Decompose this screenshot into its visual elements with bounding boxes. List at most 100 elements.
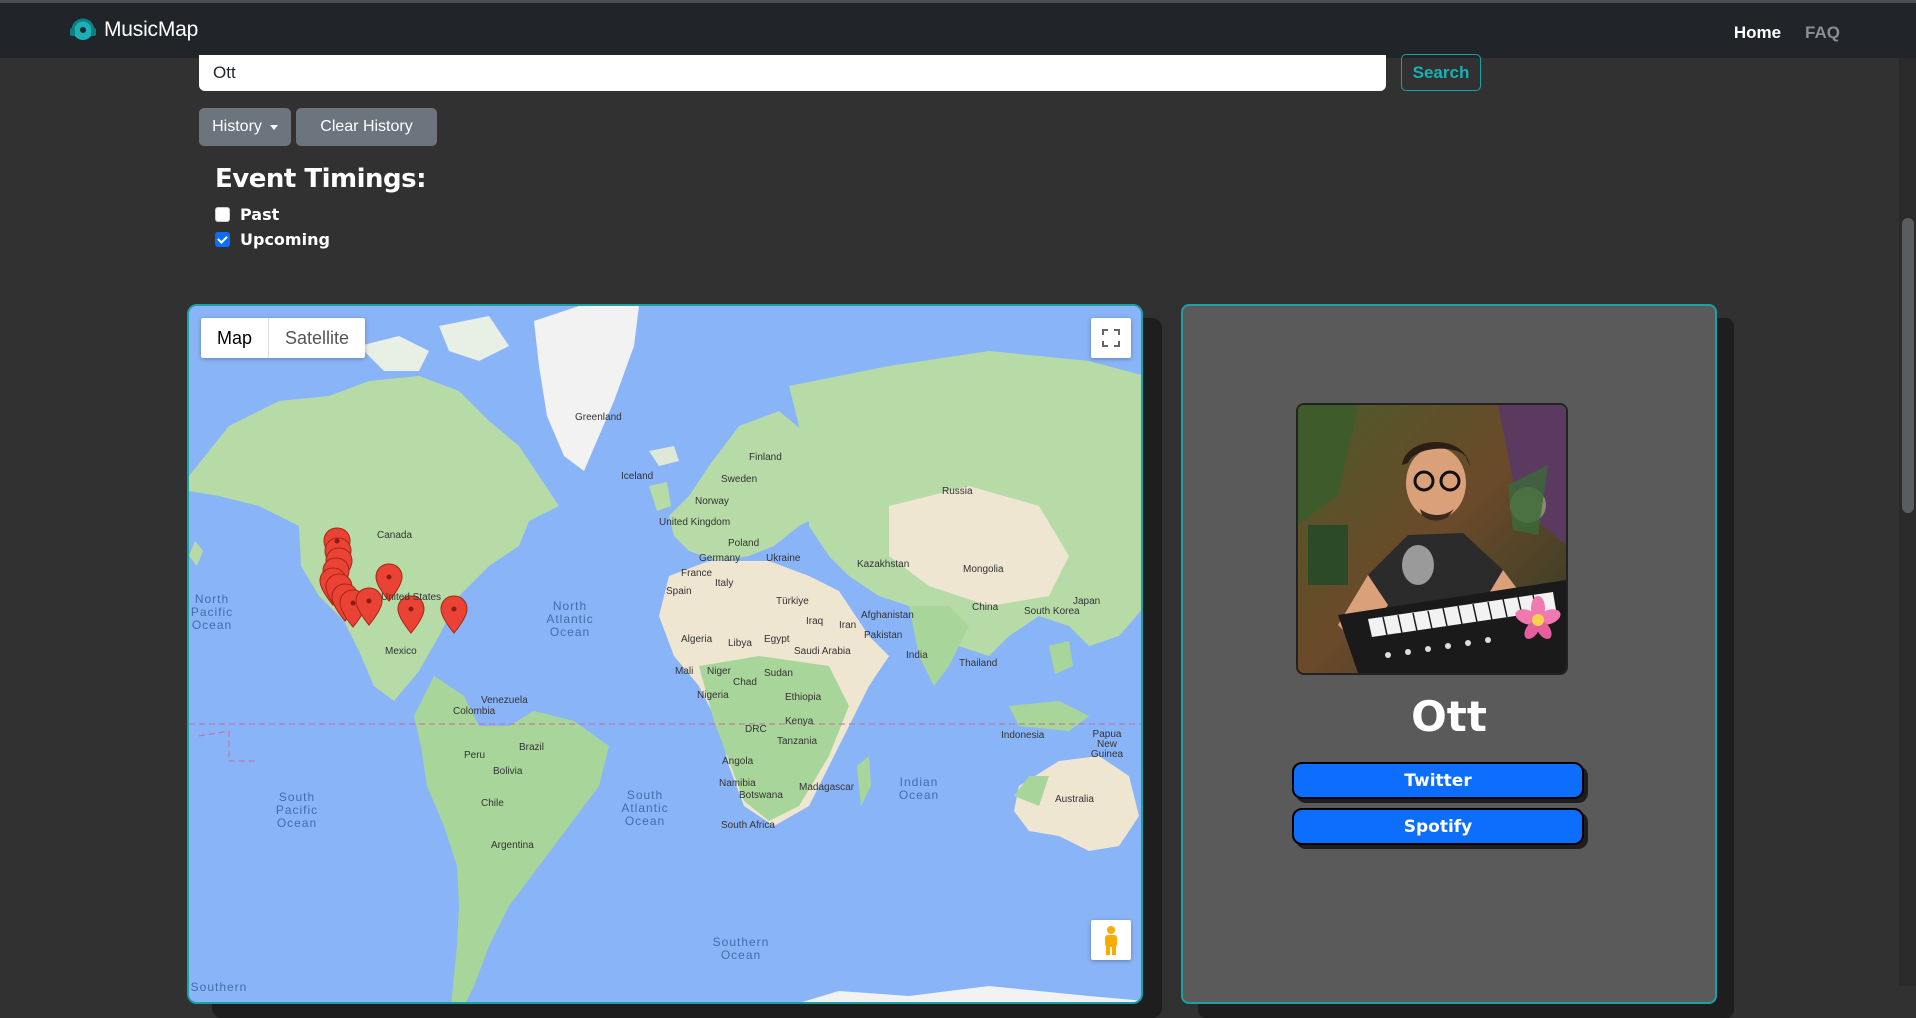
clear-history-button[interactable]: Clear History <box>296 108 437 146</box>
history-label: History <box>212 118 262 135</box>
map-label-bolivia: Bolivia <box>493 766 523 777</box>
ocean-label-south-atlantic: South Atlantic Ocean <box>621 788 669 828</box>
map-label-india: India <box>906 650 928 661</box>
page-scrollbar[interactable] <box>1899 58 1916 986</box>
map-label-spain: Spain <box>666 586 692 597</box>
map-label-nigeria: Nigeria <box>697 690 729 701</box>
map-label-mali: Mali <box>675 666 694 677</box>
map-label-greenland: Greenland <box>575 412 622 423</box>
map-label-uk: United Kingdom <box>659 517 731 528</box>
map-label-finland: Finland <box>749 452 782 463</box>
map-label-iraq: Iraq <box>806 616 824 627</box>
music-map-logo-icon <box>70 18 96 40</box>
fullscreen-icon <box>1102 329 1120 347</box>
brand-name: MusicMap <box>104 18 199 41</box>
map-label-peru: Peru <box>464 750 486 761</box>
ocean-label-south-pacific: South Pacific Ocean <box>275 790 319 830</box>
map-label-mongolia: Mongolia <box>963 564 1004 575</box>
spotify-button[interactable]: Spotify <box>1292 808 1584 845</box>
map-label-sweden: Sweden <box>721 474 758 485</box>
map-label-kenya: Kenya <box>785 716 814 727</box>
map-label-ukraine: Ukraine <box>766 553 801 564</box>
map-label-namibia: Namibia <box>719 778 756 789</box>
brand-link[interactable]: MusicMap <box>68 18 198 42</box>
map-label-chad: Chad <box>733 677 757 688</box>
ocean-label-southern-edge: Southern <box>190 980 248 994</box>
map-label-venezuela: Venezuela <box>481 695 528 706</box>
map-label-libya: Libya <box>728 638 752 649</box>
map-label-norway: Norway <box>695 496 729 507</box>
map-label-kazakhstan: Kazakhstan <box>857 559 910 570</box>
map-label-algeria: Algeria <box>681 634 713 645</box>
past-label: Past <box>240 205 280 224</box>
map-label-russia: Russia <box>942 486 973 497</box>
map-label-afghanistan: Afghanistan <box>861 610 914 621</box>
map-type-map-button[interactable]: Map <box>201 318 270 358</box>
map-label-italy: Italy <box>715 578 734 589</box>
map-type-satellite-button[interactable]: Satellite <box>269 318 365 358</box>
map-label-colombia: Colombia <box>453 706 496 717</box>
map-label-iceland: Iceland <box>621 471 654 482</box>
events-map[interactable]: Greenland Iceland Finland Sweden Norway … <box>187 304 1143 1004</box>
past-checkbox[interactable] <box>215 207 230 222</box>
pegman-icon <box>1105 926 1117 955</box>
map-label-pakistan: Pakistan <box>864 630 903 641</box>
map-label-chile: Chile <box>481 798 504 809</box>
map-label-poland: Poland <box>728 538 760 549</box>
search-button[interactable]: Search <box>1401 54 1481 91</box>
map-label-australia: Australia <box>1055 794 1094 805</box>
ocean-label-north-atlantic: North Atlantic Ocean <box>546 599 594 639</box>
history-dropdown-button[interactable]: History <box>199 108 291 146</box>
map-label-papua-new-guinea: Papua New Guinea <box>1090 729 1124 760</box>
map-label-iran: Iran <box>839 620 857 631</box>
map-label-indonesia: Indonesia <box>1001 730 1045 741</box>
map-label-united-states: United States <box>381 592 442 603</box>
artist-name: Ott <box>1411 692 1487 741</box>
top-navbar: MusicMap Home FAQ <box>0 0 1916 58</box>
map-label-germany: Germany <box>699 553 741 564</box>
map-label-ethiopia: Ethiopia <box>785 692 822 703</box>
event-timings-heading: Event Timings: <box>215 164 426 194</box>
artist-photo-illustration <box>1298 405 1566 673</box>
map-label-turkiye: Türkiye <box>776 596 809 607</box>
upcoming-option: Upcoming <box>215 230 330 249</box>
caret-down-icon <box>269 124 278 130</box>
map-label-china: China <box>972 602 999 613</box>
fullscreen-button[interactable] <box>1091 318 1131 358</box>
map-label-niger: Niger <box>707 666 731 677</box>
upcoming-checkbox[interactable] <box>215 232 230 247</box>
map-label-tanzania: Tanzania <box>777 736 818 747</box>
map-label-argentina: Argentina <box>491 840 534 851</box>
ocean-label-north-pacific: North Pacific Ocean <box>190 592 234 632</box>
map-label-south-africa: South Africa <box>721 820 775 831</box>
map-label-mexico: Mexico <box>385 646 417 657</box>
map-label-canada: Canada <box>377 530 413 541</box>
map-label-egypt: Egypt <box>764 634 790 645</box>
twitter-button[interactable]: Twitter <box>1292 762 1584 799</box>
nav-home-link[interactable]: Home <box>1734 23 1781 43</box>
ocean-label-indian: Indian Ocean <box>898 775 940 802</box>
map-label-angola: Angola <box>722 756 754 767</box>
map-label-sudan: Sudan <box>764 668 793 679</box>
ocean-label-southern: Southern Ocean <box>712 935 770 962</box>
map-label-brazil: Brazil <box>519 742 545 753</box>
map-label-botswana: Botswana <box>739 790 783 801</box>
event-marker <box>355 587 383 626</box>
artist-photo <box>1296 403 1568 675</box>
map-label-madagascar: Madagascar <box>799 782 855 793</box>
artist-card: Ott Twitter Spotify <box>1181 304 1717 1004</box>
map-label-south-korea: South Korea <box>1024 606 1080 617</box>
map-label-japan: Japan <box>1073 596 1101 607</box>
map-type-control: Map Satellite <box>201 318 366 358</box>
past-option: Past <box>215 205 279 224</box>
nav-faq-link[interactable]: FAQ <box>1805 23 1840 43</box>
event-marker <box>440 595 468 634</box>
artist-search-input[interactable] <box>199 55 1386 91</box>
map-label-saudi-arabia: Saudi Arabia <box>794 646 851 657</box>
map-label-france: France <box>681 568 713 579</box>
upcoming-label: Upcoming <box>240 230 330 249</box>
nav-links: Home FAQ <box>1734 23 1840 43</box>
scrollbar-thumb[interactable] <box>1902 218 1914 513</box>
map-label-drc: DRC <box>745 724 767 735</box>
street-view-pegman-button[interactable] <box>1091 920 1131 960</box>
